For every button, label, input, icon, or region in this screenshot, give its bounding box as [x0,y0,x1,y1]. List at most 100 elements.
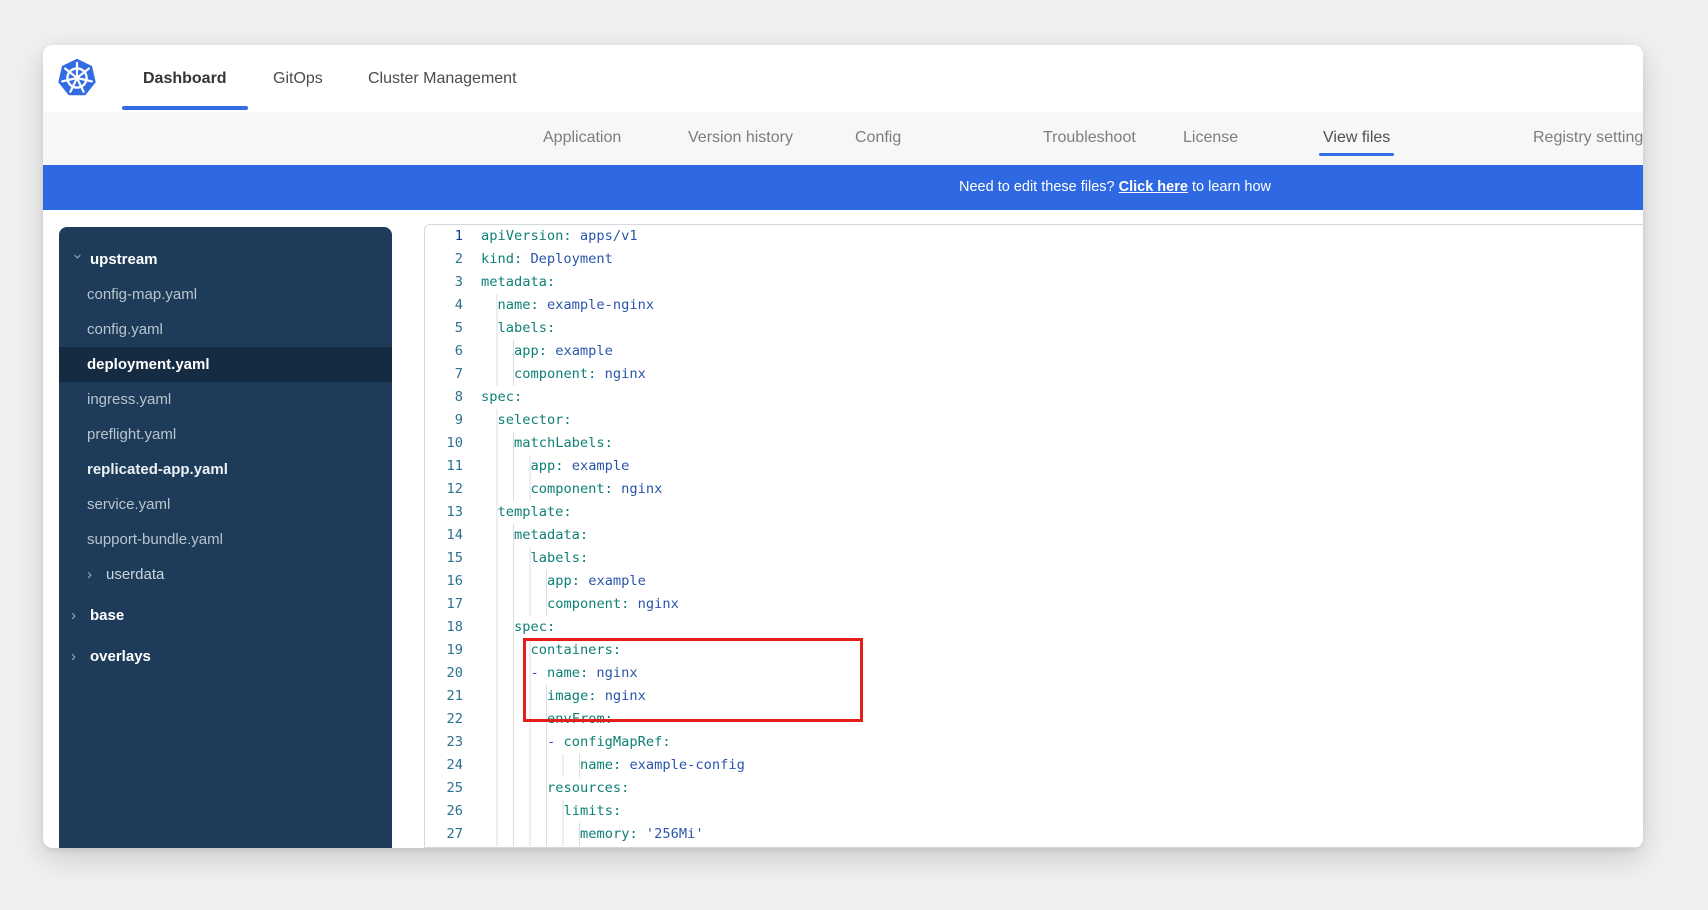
code-line[interactable]: 10matchLabels: [425,432,1643,455]
yaml-key-token: app: [531,455,564,478]
yaml-value-token: example [547,340,613,363]
code-lines: 1apiVersion: apps/v12kind: Deployment3me… [425,225,1643,846]
yaml-key-token: limits: [564,800,622,823]
code-line[interactable]: 25resources: [425,777,1643,800]
sidebar-item-base[interactable]: ›base [59,598,392,633]
app-nav-tab-version-history[interactable]: Version history [688,129,793,147]
yaml-value-token: example-config [621,754,745,777]
sidebar-item-upstream[interactable]: ›upstream [59,242,392,277]
app-nav: Application Version history Config Troubles… [43,112,1643,165]
code-line[interactable]: 17component: nginx [425,593,1643,616]
indent-guides [481,570,547,593]
indent-guides [481,639,531,662]
sidebar-item-preflight-yaml[interactable]: preflight.yaml [59,417,392,452]
yaml-key-token: app: [547,570,580,593]
code-line[interactable]: 14metadata: [425,524,1643,547]
line-number: 7 [425,363,463,386]
indent-guides [481,823,580,846]
sidebar-item-userdata[interactable]: ›userdata [59,557,392,592]
code-line[interactable]: 12component: nginx [425,478,1643,501]
banner-text: Need to edit these files? Click here to … [43,165,1643,210]
chevron-right-icon: › [71,648,85,665]
line-number: 27 [425,823,463,846]
sidebar-item-deployment-yaml[interactable]: deployment.yaml [59,347,392,382]
app-nav-tab-application[interactable]: Application [543,129,621,147]
sidebar-item-service-yaml[interactable]: service.yaml [59,487,392,522]
sidebar-item-overlays[interactable]: ›overlays [59,639,392,674]
sidebar-item-replicated-app-yaml[interactable]: replicated-app.yaml [59,452,392,487]
yaml-value-token: example [580,570,646,593]
indent-guides [481,754,580,777]
code-line[interactable]: 3metadata: [425,271,1643,294]
yaml-editor[interactable]: 1apiVersion: apps/v12kind: Deployment3me… [424,224,1643,848]
code-line[interactable]: 16app: example [425,570,1643,593]
code-line[interactable]: 23- configMapRef: [425,731,1643,754]
line-number: 3 [425,271,463,294]
sidebar-item-config-yaml[interactable]: config.yaml [59,312,392,347]
sidebar-item-label: config-map.yaml [87,286,197,303]
sidebar-item-support-bundle-yaml[interactable]: support-bundle.yaml [59,522,392,557]
line-number: 4 [425,294,463,317]
app-nav-tab-registry-settings[interactable]: Registry settings [1533,129,1643,147]
code-line[interactable]: 1apiVersion: apps/v1 [425,225,1643,248]
yaml-value-token: apps/v1 [572,225,638,248]
top-nav-tab-cluster-management[interactable]: Cluster Management [368,70,517,88]
code-line[interactable]: 22envFrom: [425,708,1643,731]
sidebar-item-config-map-yaml[interactable]: config-map.yaml [59,277,392,312]
sidebar-item-ingress-yaml[interactable]: ingress.yaml [59,382,392,417]
indent-guides [481,685,547,708]
yaml-key-token: memory: [580,823,638,846]
code-line[interactable]: 24name: example-config [425,754,1643,777]
indent-guides [481,547,531,570]
line-number: 12 [425,478,463,501]
yaml-value-token: nginx [596,685,645,708]
indent-guides [481,409,498,432]
code-line[interactable]: 4name: example-nginx [425,294,1643,317]
line-number: 22 [425,708,463,731]
yaml-key-token: configMapRef: [563,731,670,754]
code-line[interactable]: 13template: [425,501,1643,524]
code-line[interactable]: 5labels: [425,317,1643,340]
sidebar-item-label: base [90,607,124,624]
yaml-key-token: image: [547,685,596,708]
sidebar-item-label: deployment.yaml [87,356,210,373]
code-line[interactable]: 6app: example [425,340,1643,363]
yaml-key-token: resources: [547,777,629,800]
code-line[interactable]: 15labels: [425,547,1643,570]
code-line[interactable]: 9selector: [425,409,1643,432]
code-line[interactable]: 20- name: nginx [425,662,1643,685]
code-line[interactable]: 21image: nginx [425,685,1643,708]
code-line[interactable]: 26limits: [425,800,1643,823]
code-line[interactable]: 11app: example [425,455,1643,478]
code-line[interactable]: 7component: nginx [425,363,1643,386]
sidebar-item-label: service.yaml [87,496,170,513]
banner-click-here-link[interactable]: Click here [1119,179,1188,195]
line-number: 2 [425,248,463,271]
indent-guides [481,777,547,800]
sidebar-item-label: ingress.yaml [87,391,171,408]
indent-guides [481,524,514,547]
line-number: 9 [425,409,463,432]
app-nav-tab-license[interactable]: License [1183,129,1238,147]
top-nav-tab-dashboard[interactable]: Dashboard [143,70,227,88]
app-nav-tab-troubleshoot[interactable]: Troubleshoot [1043,129,1136,147]
yaml-value-token: nginx [588,662,637,685]
edit-files-banner: Need to edit these files? Click here to … [43,165,1643,210]
app-nav-tab-config[interactable]: Config [855,129,901,147]
line-number: 5 [425,317,463,340]
indent-guides [481,593,547,616]
line-number: 14 [425,524,463,547]
yaml-key-token: app: [514,340,547,363]
indent-guides [481,340,514,363]
indent-guides [481,731,547,754]
code-line[interactable]: 19containers: [425,639,1643,662]
code-line[interactable]: 18spec: [425,616,1643,639]
top-nav-tab-gitops[interactable]: GitOps [273,70,323,88]
code-line[interactable]: 27memory: '256Mi' [425,823,1643,846]
code-line[interactable]: 8spec: [425,386,1643,409]
yaml-key-token: component: [547,593,629,616]
banner-suffix: to learn how [1188,179,1271,195]
code-line[interactable]: 2kind: Deployment [425,248,1643,271]
yaml-key-token: labels: [531,547,589,570]
app-nav-tab-view-files[interactable]: View files [1323,129,1390,147]
